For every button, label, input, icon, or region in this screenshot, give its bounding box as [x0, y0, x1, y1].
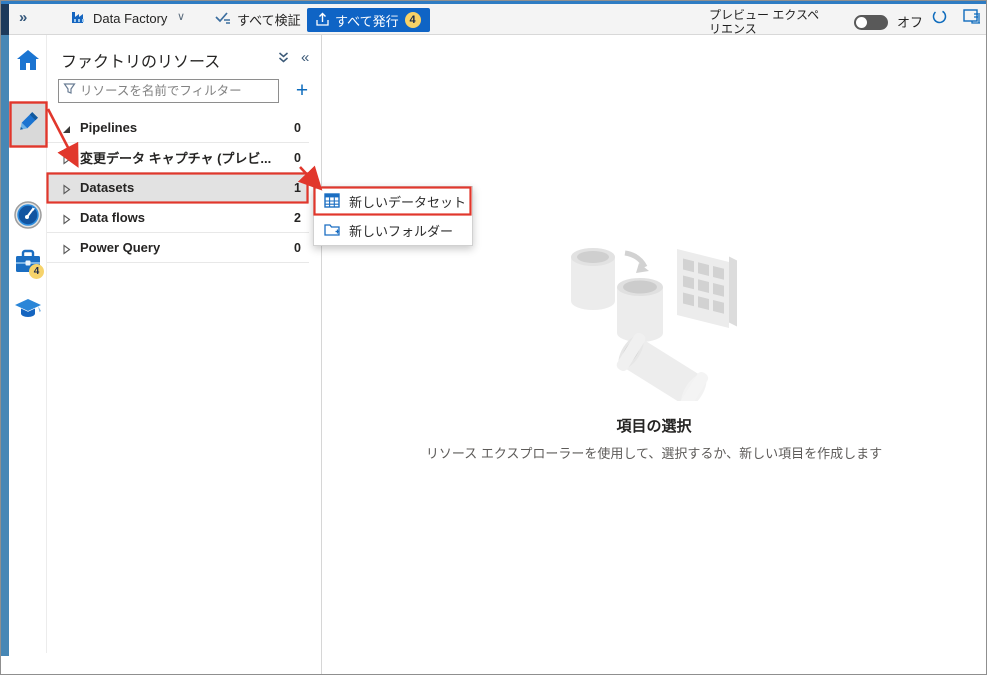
publish-all-button[interactable]: すべて発行 4: [307, 8, 430, 32]
new-folder-icon: [324, 222, 340, 239]
empty-state-subtitle: リソース エクスプローラーを使用して、選択するか、新しい項目を作成します: [322, 443, 986, 462]
collapse-all-chevron-icon[interactable]: [277, 51, 290, 69]
validate-all-icon: [215, 11, 231, 28]
home-icon: [15, 48, 41, 77]
resource-filter-box: [58, 79, 279, 103]
collapsed-triangle-icon[interactable]: [61, 212, 73, 224]
publish-all-label: すべて発行: [335, 11, 399, 30]
menu-item-new-folder[interactable]: 新しいフォルダー: [314, 216, 472, 245]
feedback-icon[interactable]: [963, 8, 981, 26]
datasets-context-menu: 新しいデータセット 新しいフォルダー: [313, 186, 473, 246]
empty-state-title: 項目の選択: [322, 415, 986, 436]
sidebar-item-learning-center[interactable]: [9, 291, 47, 329]
filter-funnel-icon: [63, 82, 76, 100]
collapse-panel-chevron-icon[interactable]: «: [301, 49, 309, 66]
preview-experience-toggle[interactable]: [854, 15, 888, 30]
tree-item-datasets[interactable]: Datasets 1: [47, 173, 309, 203]
tree-item-power-query[interactable]: Power Query 0: [47, 233, 309, 263]
manage-count-badge: 4: [29, 264, 44, 279]
left-edge-strip: [1, 4, 9, 656]
publish-icon: [316, 12, 329, 29]
collapsed-triangle-icon[interactable]: [61, 182, 73, 194]
panel-title: ファクトリのリソース: [61, 48, 220, 72]
data-factory-window: » Data Factory ∨ すべて検証 すべて発行 4 プレビュー エクス…: [0, 0, 987, 675]
left-nav-sidebar: 4: [9, 35, 47, 653]
tree-item-pipelines[interactable]: Pipelines 0: [47, 113, 309, 143]
tree-item-data-flows[interactable]: Data flows 2: [47, 203, 309, 233]
add-resource-button[interactable]: +: [289, 79, 315, 103]
new-dataset-table-icon: [324, 193, 340, 211]
product-switcher[interactable]: Data Factory: [71, 10, 167, 27]
expand-sidebar-chevron[interactable]: »: [19, 9, 27, 26]
monitor-gauge-icon: [13, 200, 43, 235]
data-factory-icon: [71, 10, 87, 27]
toggle-state-label: オフ: [897, 12, 923, 31]
product-chevron-down-icon[interactable]: ∨: [177, 10, 185, 23]
sidebar-item-manage[interactable]: 4: [9, 245, 47, 283]
sidebar-item-monitor[interactable]: [9, 198, 47, 236]
refresh-icon[interactable]: [931, 8, 949, 26]
menu-item-new-dataset[interactable]: 新しいデータセット: [314, 187, 472, 216]
sidebar-item-author[interactable]: [9, 102, 47, 147]
datasets-illustration: [559, 239, 759, 406]
tree-item-change-data-capture[interactable]: 変更データ キャプチャ (プレビ... 0: [47, 143, 309, 173]
main-canvas: 項目の選択 リソース エクスプローラーを使用して、選択するか、新しい項目を作成し…: [322, 35, 986, 674]
product-label: Data Factory: [93, 11, 167, 26]
collapsed-triangle-icon[interactable]: [61, 242, 73, 254]
edit-pencil-icon: [14, 108, 42, 141]
topbar: » Data Factory ∨ すべて検証 すべて発行 4 プレビュー エクス…: [9, 4, 986, 35]
publish-count-badge: 4: [405, 12, 421, 28]
resource-filter-input[interactable]: [80, 84, 260, 98]
validate-all-label: すべて検証: [237, 10, 301, 29]
sidebar-item-home[interactable]: [9, 43, 47, 81]
validate-all-button[interactable]: すべて検証: [215, 10, 301, 29]
collapsed-triangle-icon[interactable]: [61, 152, 73, 164]
toggle-knob: [856, 17, 867, 28]
preview-experience-label: プレビュー エクスペリエンス: [709, 8, 827, 36]
factory-resources-panel: ファクトリのリソース « + Pipelines 0: [47, 35, 322, 674]
expanded-triangle-icon[interactable]: [61, 122, 73, 134]
resource-tree: Pipelines 0 変更データ キャプチャ (プレビ... 0 Datase…: [47, 113, 309, 263]
left-edge-strip-top: [1, 4, 9, 35]
graduation-cap-icon: [14, 296, 42, 325]
